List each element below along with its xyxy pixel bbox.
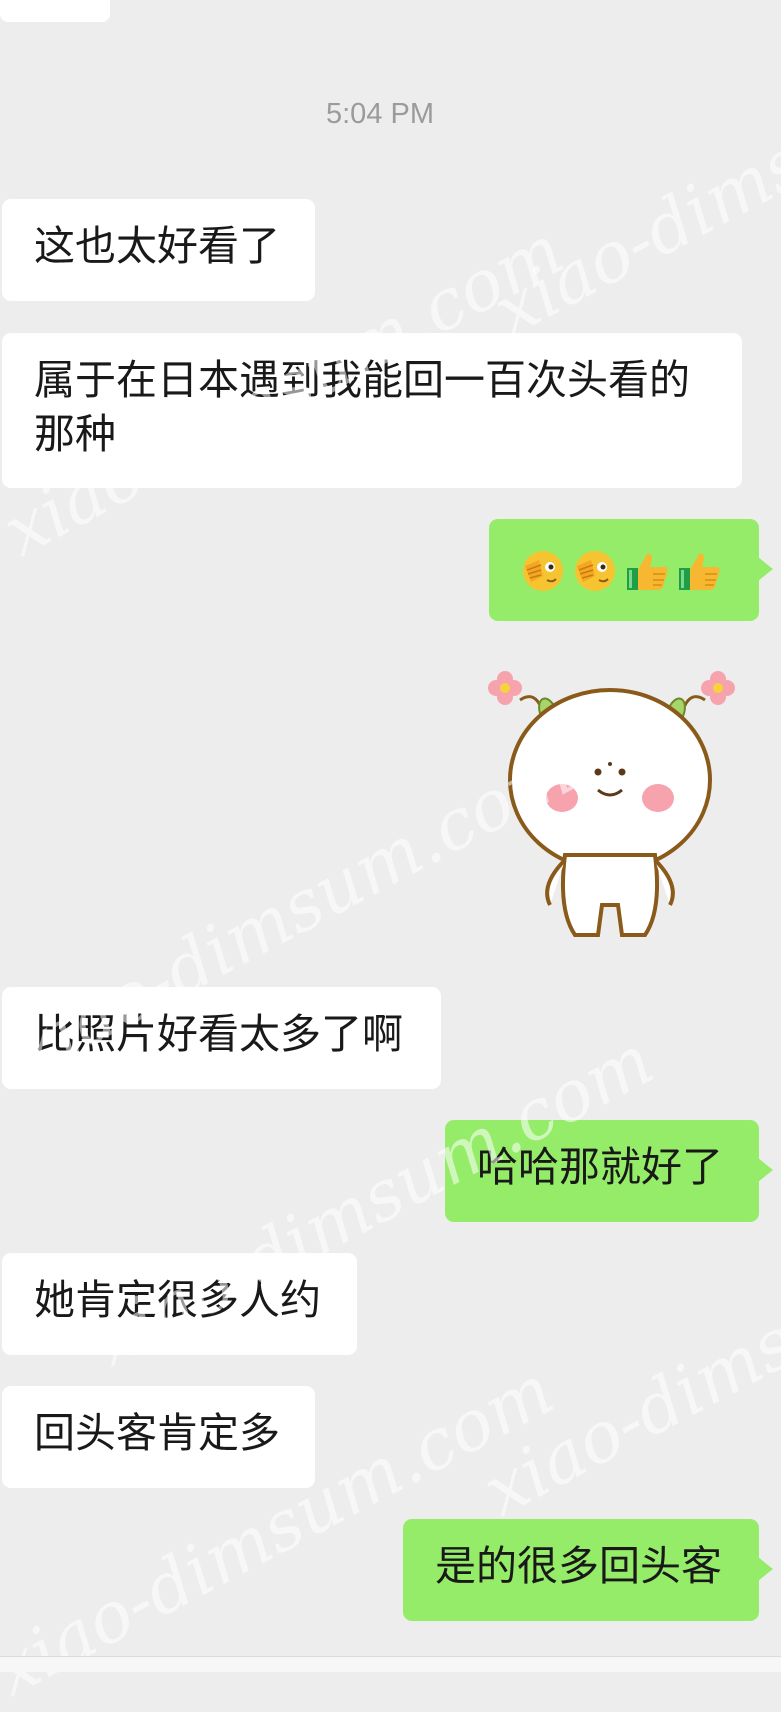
chat-timestamp: 5:04 PM xyxy=(326,98,434,130)
input-bar-edge xyxy=(0,1656,781,1672)
message-text: 回头客肯定多 xyxy=(34,1409,280,1457)
message-bubble-incoming[interactable]: 回头客肯定多 xyxy=(2,1386,315,1488)
message-text: 属于在日本遇到我能回一百次头看的那种 xyxy=(34,356,690,458)
message-bubble-outgoing-emoji[interactable] xyxy=(489,519,773,621)
message-bubble-outgoing[interactable]: 是的很多回头客 xyxy=(403,1519,773,1621)
watermark-text: xiao-dimsum.com xyxy=(470,1168,781,1533)
cute-bun-character-sticker[interactable] xyxy=(480,660,740,965)
message-bubble-outgoing[interactable]: 哈哈那就好了 xyxy=(445,1120,773,1222)
message-text: 她肯定很多人约 xyxy=(34,1276,321,1324)
message-text: 哈哈那就好了 xyxy=(477,1143,723,1191)
thumbs-up-emoji xyxy=(679,553,720,590)
message-bubble-incoming[interactable]: 属于在日本遇到我能回一百次头看的那种 xyxy=(2,333,742,488)
message-text: 是的很多回头客 xyxy=(435,1542,722,1590)
thumbs-up-emoji xyxy=(627,553,668,590)
message-bubble-incoming[interactable]: 比照片好看太多了啊 xyxy=(2,987,441,1089)
message-text: 比照片好看太多了啊 xyxy=(34,1010,403,1058)
facepalm-peek-emoji xyxy=(523,551,563,591)
previous-message-bubble xyxy=(0,0,110,22)
message-bubble-incoming[interactable]: 她肯定很多人约 xyxy=(2,1253,357,1355)
message-bubble-incoming[interactable]: 这也太好看了 xyxy=(2,199,315,301)
facepalm-peek-emoji xyxy=(575,551,615,591)
watermark-text: xiao-dimsum.com xyxy=(480,0,781,353)
message-text: 这也太好看了 xyxy=(34,222,280,270)
